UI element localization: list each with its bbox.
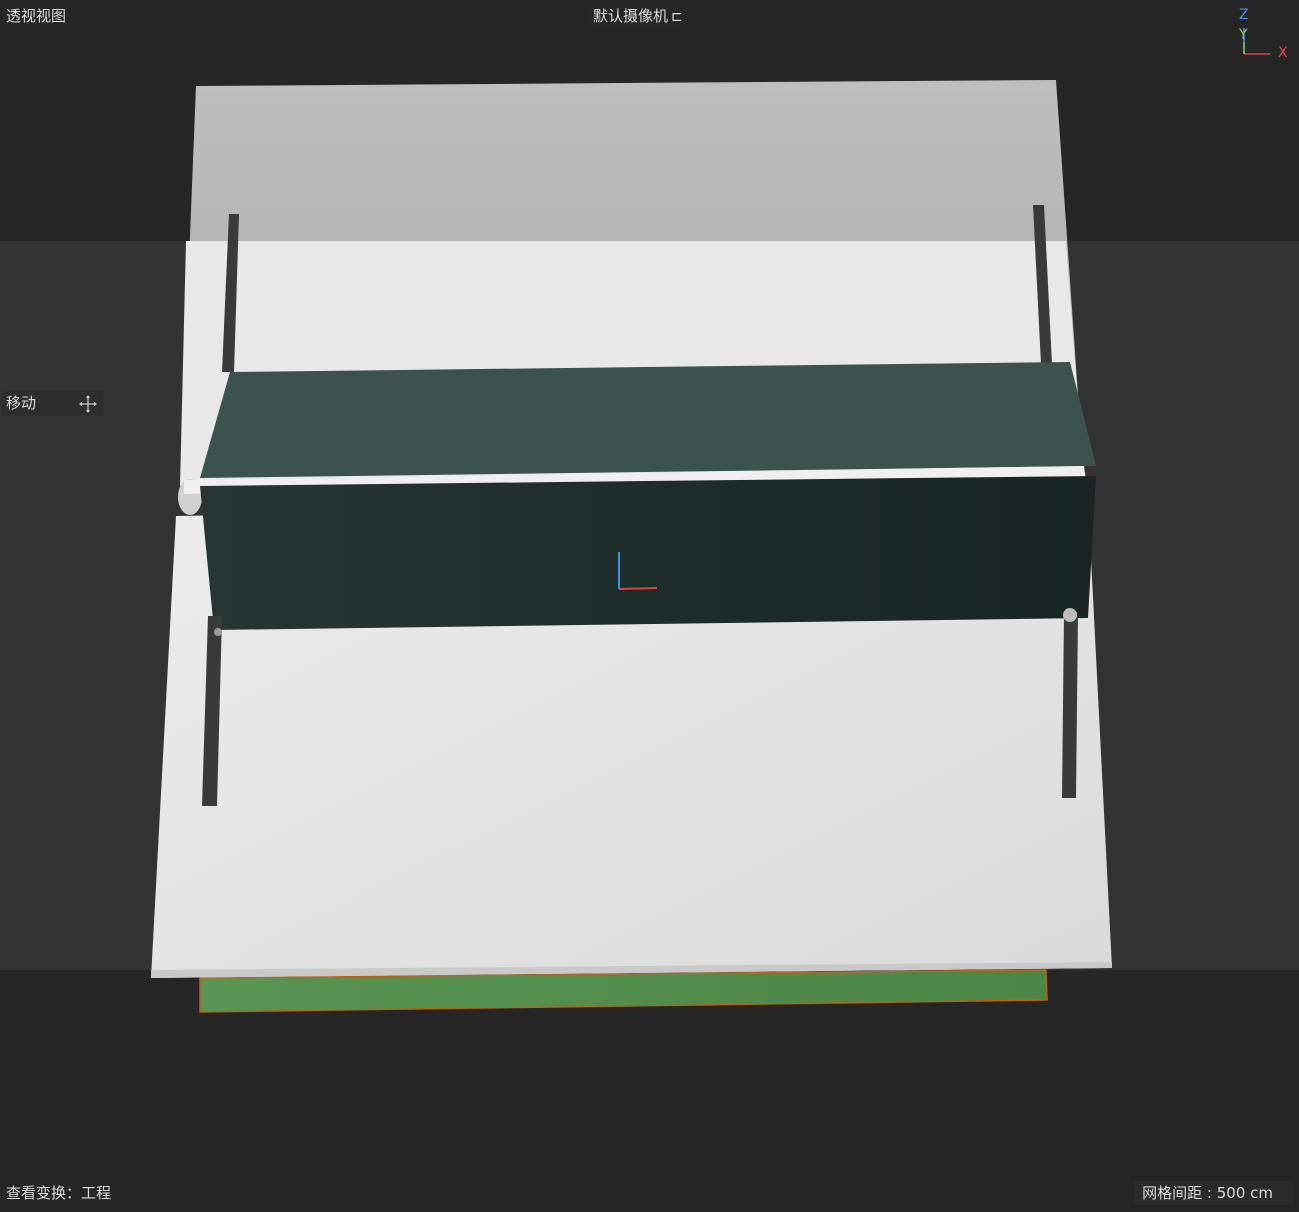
axis-x-label: X	[1278, 45, 1288, 61]
camera-switch-icon: ⊏	[671, 9, 683, 25]
axis-y-label: Y	[1239, 27, 1248, 43]
ground-mat[interactable]	[199, 969, 1048, 1013]
3d-viewport[interactable]: 透视视图 默认摄像机 ⊏ 移动 查看变换：工程 网格间距 : 500 cm Z Y…	[0, 0, 1299, 1212]
box-front-face[interactable]	[200, 476, 1096, 630]
post-front-right[interactable]	[1062, 612, 1078, 798]
camera-label: 默认摄像机	[593, 7, 669, 25]
camera-menu[interactable]: 默认摄像机 ⊏	[590, 6, 686, 27]
axis-z-label: Z	[1239, 7, 1249, 23]
scene-render[interactable]	[0, 0, 1299, 1212]
post-cap-front-right	[1063, 608, 1077, 622]
move-tool-label: 移动	[6, 394, 37, 412]
view-name-label[interactable]: 透视视图	[4, 6, 69, 26]
box-top-face[interactable]	[200, 362, 1096, 478]
axis-gizmo[interactable]: Z Y X	[1232, 4, 1298, 66]
move-arrows-icon[interactable]	[78, 394, 98, 414]
view-transform-label: 查看变换：工程	[6, 1184, 112, 1202]
grid-spacing-label: 网格间距 : 500 cm	[1134, 1181, 1293, 1205]
tool-panel[interactable]: 移动	[2, 391, 103, 416]
post-cap-front-left	[214, 628, 222, 636]
